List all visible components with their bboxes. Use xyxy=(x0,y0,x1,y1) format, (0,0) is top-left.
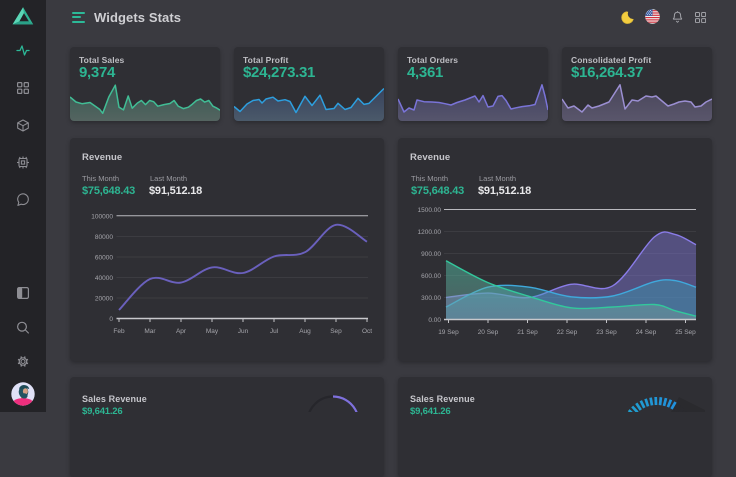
svg-text:20 Sep: 20 Sep xyxy=(478,329,499,336)
svg-text:21 Sep: 21 Sep xyxy=(517,329,538,336)
svg-text:Jun: Jun xyxy=(238,328,249,335)
svg-text:60000: 60000 xyxy=(95,255,113,262)
svg-text:20000: 20000 xyxy=(95,296,113,303)
svg-text:40000: 40000 xyxy=(95,275,113,282)
svg-text:Apr: Apr xyxy=(176,328,187,335)
svg-text:900.00: 900.00 xyxy=(421,251,441,258)
svg-text:Jul: Jul xyxy=(270,328,279,335)
svg-text:100000: 100000 xyxy=(91,214,113,221)
svg-text:300.00: 300.00 xyxy=(421,295,441,302)
svg-text:Oct: Oct xyxy=(362,328,372,335)
svg-text:1200.00: 1200.00 xyxy=(418,229,442,236)
svg-text:25 Sep: 25 Sep xyxy=(675,329,696,336)
svg-text:80000: 80000 xyxy=(95,234,113,241)
svg-text:May: May xyxy=(206,328,219,335)
svg-text:22 Sep: 22 Sep xyxy=(557,329,578,336)
svg-text:0.00: 0.00 xyxy=(428,317,441,324)
svg-text:19 Sep: 19 Sep xyxy=(438,329,459,336)
svg-text:Mar: Mar xyxy=(144,328,156,335)
svg-text:Sep: Sep xyxy=(330,328,342,335)
svg-text:Feb: Feb xyxy=(113,328,125,335)
svg-text:Aug: Aug xyxy=(299,328,311,335)
svg-text:0: 0 xyxy=(109,316,113,323)
svg-text:24 Sep: 24 Sep xyxy=(636,329,657,336)
svg-text:1500.00: 1500.00 xyxy=(418,207,442,214)
svg-text:600.00: 600.00 xyxy=(421,273,441,280)
svg-text:23 Sep: 23 Sep xyxy=(596,329,617,336)
